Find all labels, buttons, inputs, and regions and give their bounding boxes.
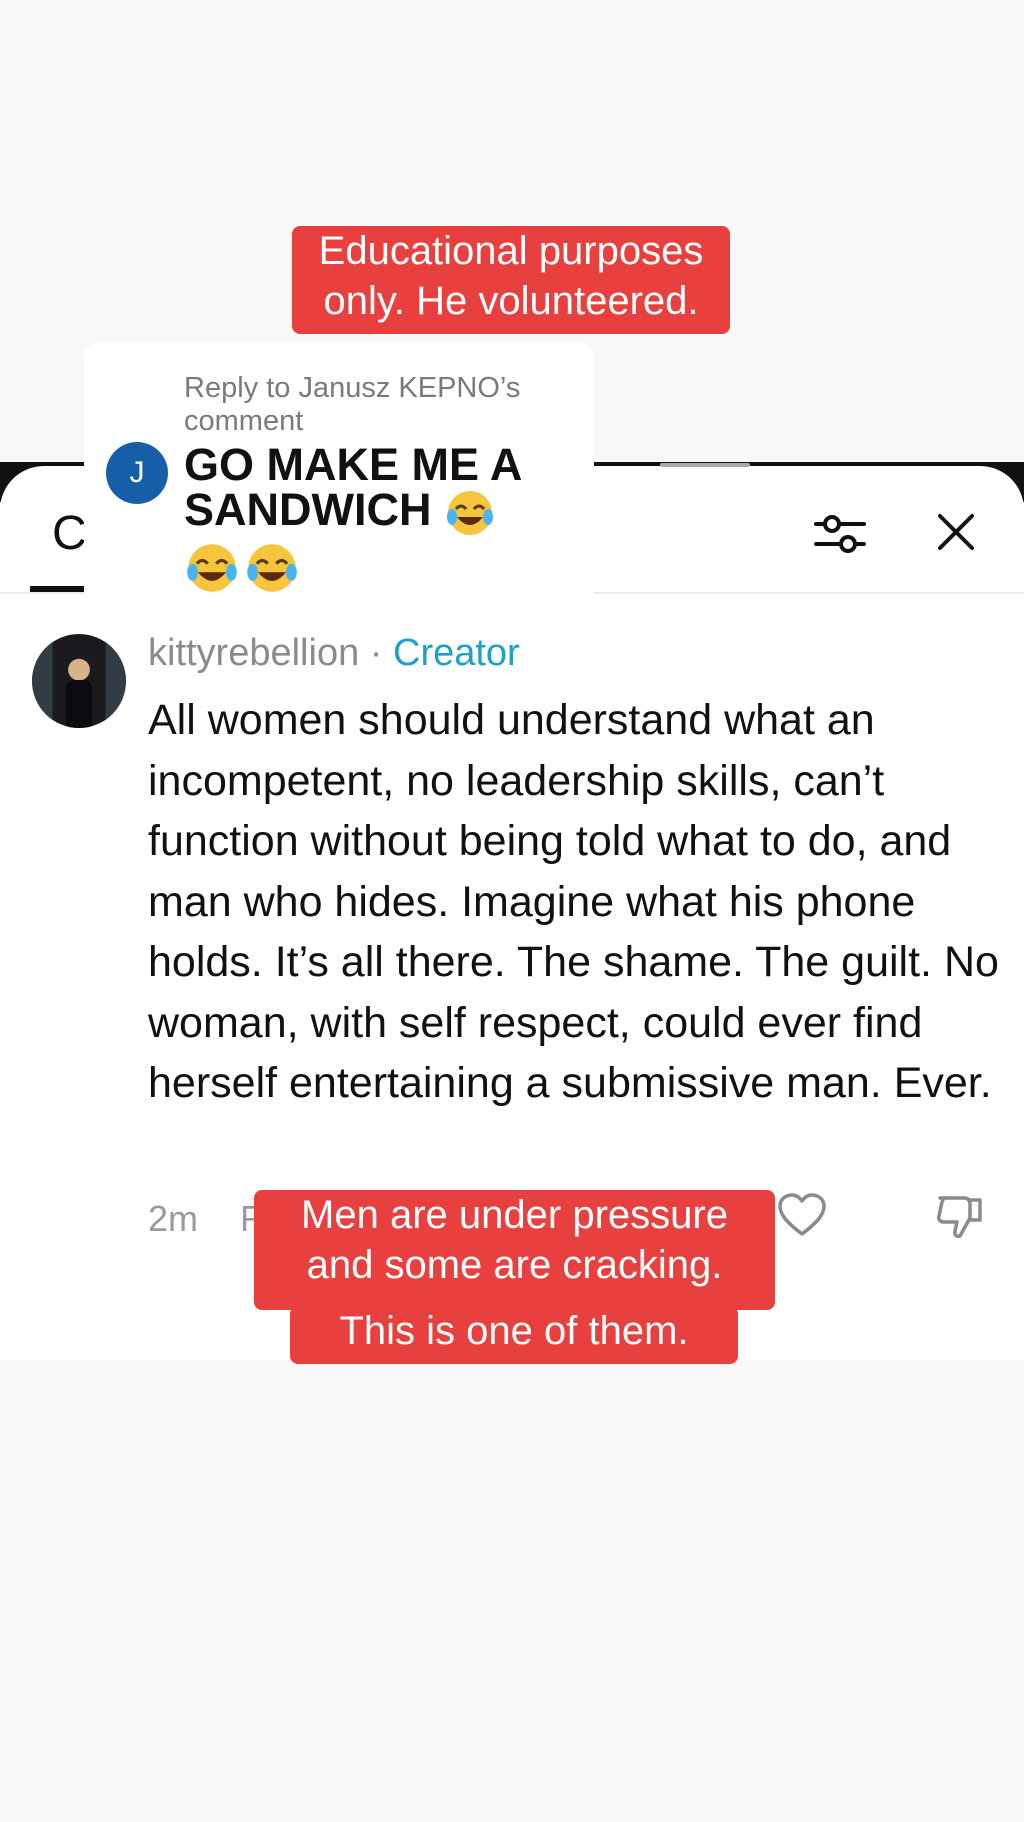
caption-bottom-line: This is one of them. <box>339 1309 689 1353</box>
caption-top-line: only. He volunteered. <box>323 279 699 323</box>
thumbs-down-icon[interactable] <box>934 1190 986 1242</box>
commenter-avatar[interactable] <box>32 634 126 728</box>
comment-username[interactable]: kittyrebellion <box>148 632 359 674</box>
face-with-tears-of-joy-icon <box>187 544 237 592</box>
face-with-tears-of-joy-icon <box>447 491 493 536</box>
caption-bottom: Men are under pressure and some are crac… <box>254 1190 775 1310</box>
close-icon[interactable] <box>930 506 982 558</box>
caption-top-line: Educational purposes <box>318 229 704 273</box>
caption-bottom-line: and some are cracking. <box>306 1243 723 1287</box>
reply-avatar: J <box>106 442 168 504</box>
caption-bottom-last: This is one of them. <box>290 1306 738 1364</box>
caption-top: Educational purposes only. He volunteere… <box>292 226 730 334</box>
comment-meta: kittyrebellion · Creator <box>148 632 520 675</box>
replied-comment-text: GO MAKE ME A SANDWICH <box>184 442 584 539</box>
tab-active-indicator <box>30 586 86 592</box>
comment-timestamp: 2m <box>148 1198 199 1239</box>
face-with-tears-of-joy-icon <box>247 544 298 592</box>
emoji-row <box>184 540 300 596</box>
heart-icon[interactable] <box>776 1190 828 1242</box>
meta-separator: · <box>359 632 393 674</box>
creator-badge: Creator <box>393 632 520 674</box>
sheet-drag-handle[interactable] <box>660 463 750 467</box>
tab-comments[interactable]: C <box>52 506 87 561</box>
caption-bottom-line: Men are under pressure <box>301 1193 728 1237</box>
filter-icon[interactable] <box>812 506 868 562</box>
reply-to-label: Reply to Janusz KEPNO’s comment <box>184 372 521 437</box>
comment-text: All women should understand what an inco… <box>148 696 999 1107</box>
